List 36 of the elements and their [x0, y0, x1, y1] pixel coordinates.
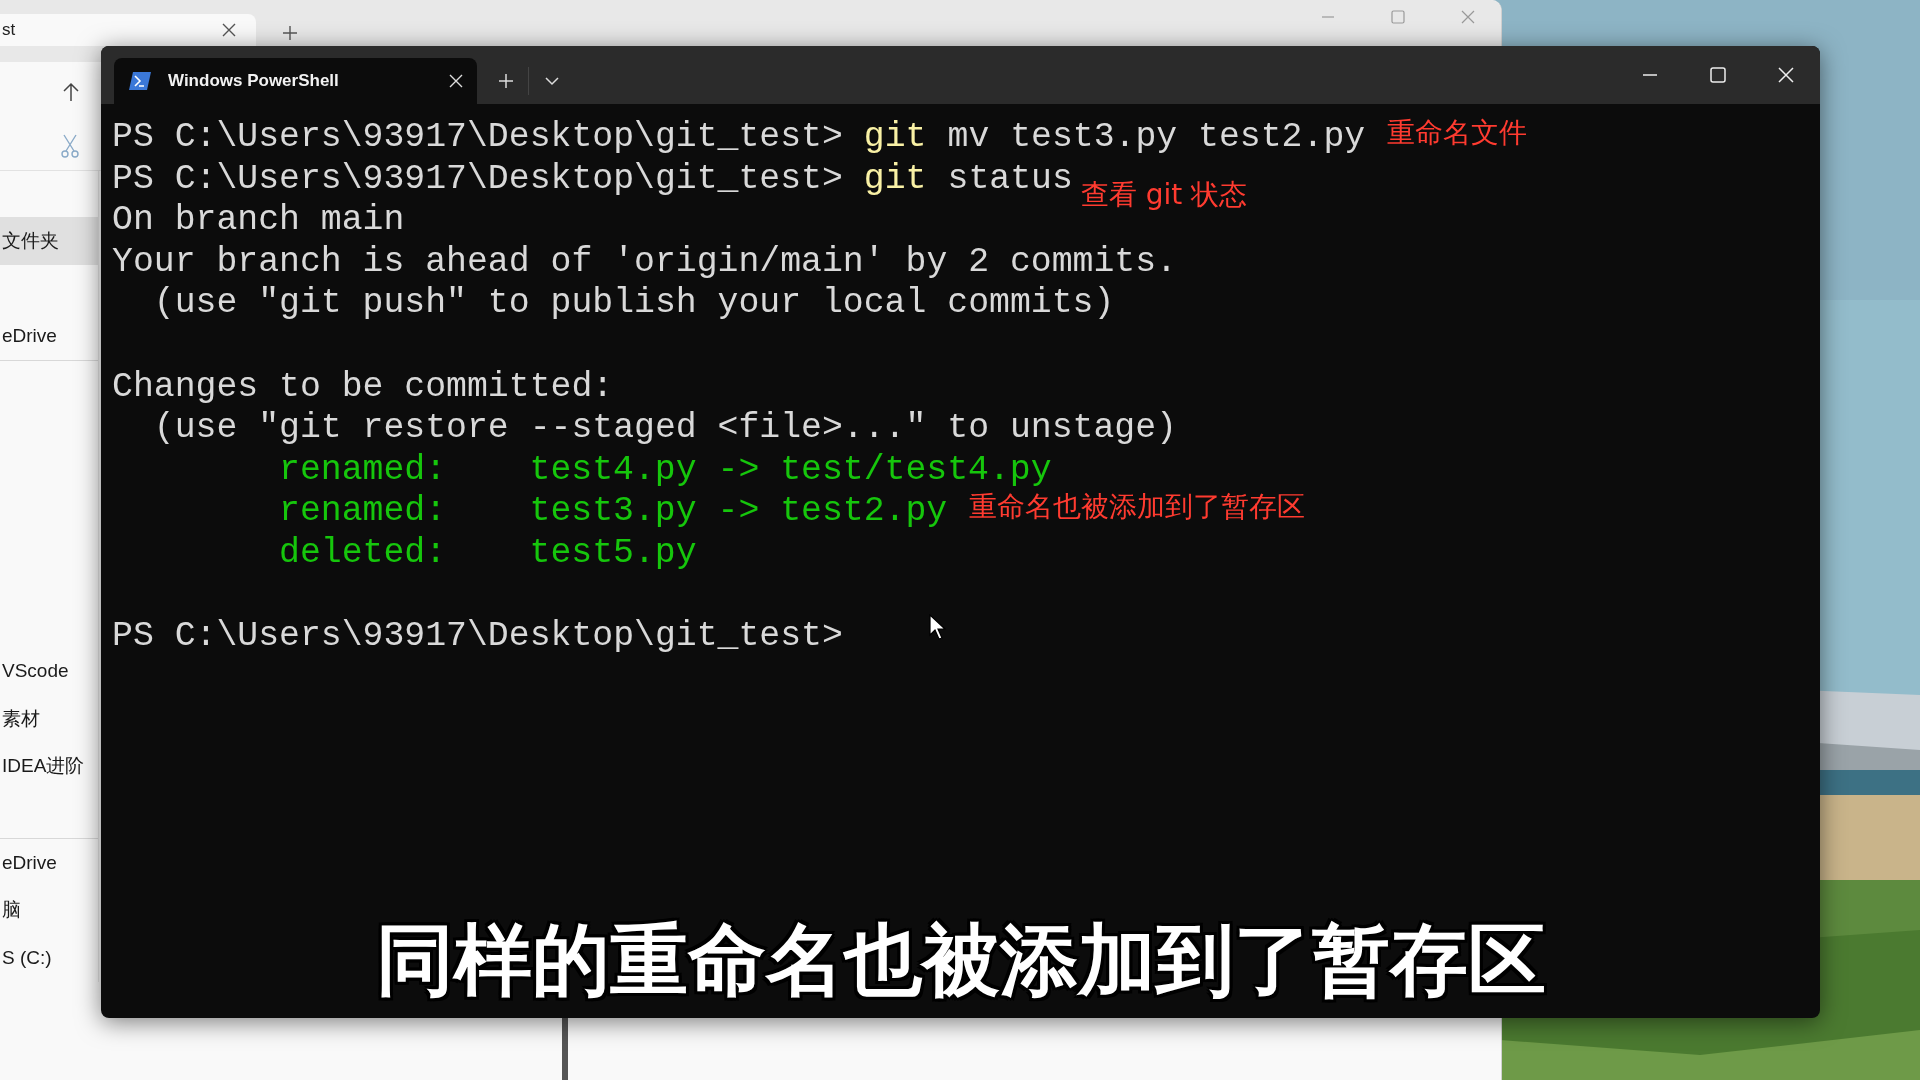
sidebar-item[interactable]: eDrive [0, 851, 57, 874]
annotation: 重命名也被添加到了暂存区 [969, 489, 1306, 526]
annotation: 查看 git 状态 [1080, 176, 1248, 213]
up-arrow-icon[interactable] [62, 82, 80, 102]
command-name: git [863, 116, 927, 158]
powershell-icon [128, 71, 152, 91]
sidebar-item[interactable]: eDrive [0, 325, 57, 348]
tab-title: st [2, 20, 16, 40]
change-line: renamed: test4.py -> test/test4.py [278, 448, 1052, 491]
output-line: On branch main [112, 199, 405, 241]
output-line: Your branch is ahead of 'origin/main' by 2 commits. [112, 240, 1177, 283]
sidebar-item[interactable]: S (C:) [0, 947, 52, 970]
sidebar-item[interactable]: IDEA进阶 [0, 753, 85, 780]
output-line: (use "git restore --staged <file>..." to unstage) [152, 407, 1177, 449]
change-line: deleted: test5.py [278, 531, 697, 574]
change-line: renamed: test3.py -> test2.py [278, 490, 948, 532]
close-icon[interactable] [222, 23, 236, 37]
explorer-tab[interactable]: st [0, 14, 256, 46]
command-args: status [947, 157, 1073, 200]
prompt-text: PS C:\Users\93917\Desktop\git_test> [112, 157, 843, 200]
output-line: (use "git push" to publish your local commits) [152, 282, 1115, 324]
plus-icon[interactable] [282, 25, 298, 41]
sidebar-item[interactable]: 素材 [0, 705, 40, 732]
chevron-down-icon[interactable] [545, 76, 559, 86]
sidebar-item[interactable]: VScode [0, 660, 69, 683]
subtitle: 同样的重命名也被添加到了暂存区 [375, 918, 1546, 1004]
prompt-text: PS C:\Users\93917\Desktop\git_test> [112, 615, 843, 657]
terminal-tab[interactable]: Windows PowerShell [114, 58, 477, 104]
tab-title: Windows PowerShell [168, 71, 339, 91]
command-name: git [863, 157, 927, 200]
output-line: Changes to be committed: [112, 365, 614, 408]
cursor-icon [929, 614, 947, 640]
command-args: mv test3.py test2.py [947, 116, 1366, 158]
prompt-text: PS C:\Users\93917\Desktop\git_test> [112, 116, 843, 158]
sidebar-item[interactable]: 脑 [0, 897, 21, 924]
annotation: 重命名文件 [1387, 115, 1528, 151]
